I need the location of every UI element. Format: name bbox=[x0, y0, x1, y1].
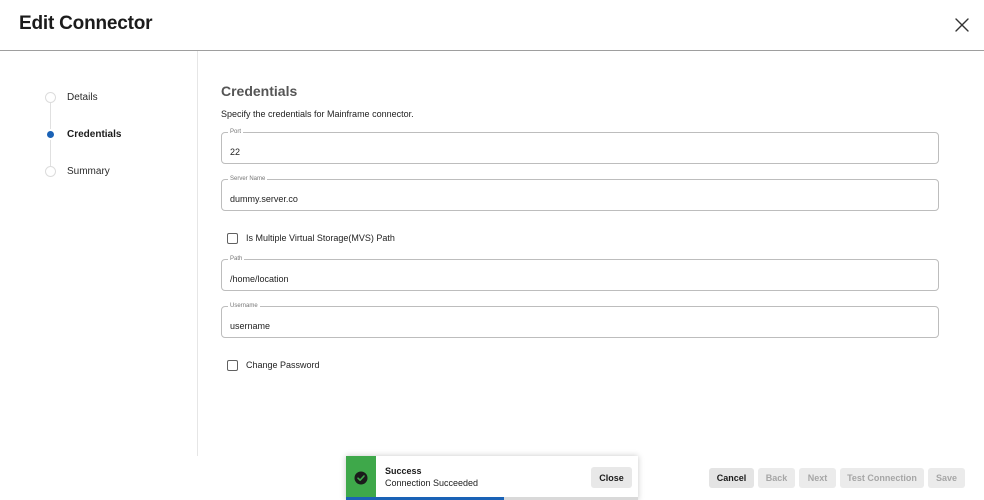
step-details[interactable]: Details bbox=[45, 87, 98, 107]
section-title: Credentials bbox=[221, 83, 298, 99]
step-label: Credentials bbox=[67, 128, 122, 140]
username-field: Username bbox=[221, 302, 939, 338]
server-name-input[interactable] bbox=[222, 180, 938, 210]
step-summary[interactable]: Summary bbox=[45, 161, 110, 181]
step-indicator-active bbox=[45, 128, 56, 140]
success-toast: Success Connection Succeeded Close bbox=[346, 456, 638, 500]
mvs-path-label: Is Multiple Virtual Storage(MVS) Path bbox=[246, 233, 395, 243]
mvs-path-checkbox[interactable] bbox=[227, 232, 238, 244]
port-field: Port bbox=[221, 128, 939, 164]
close-icon[interactable] bbox=[953, 16, 971, 34]
test-connection-button[interactable]: Test Connection bbox=[840, 468, 924, 488]
change-password-label: Change Password bbox=[246, 360, 320, 370]
check-circle-icon bbox=[354, 471, 368, 485]
mvs-path-checkbox-row[interactable]: Is Multiple Virtual Storage(MVS) Path bbox=[227, 231, 395, 245]
step-indicator bbox=[45, 91, 56, 103]
toast-message: Connection Succeeded bbox=[385, 478, 479, 488]
step-indicator bbox=[45, 165, 56, 177]
save-button[interactable]: Save bbox=[928, 468, 965, 488]
toast-status-bar bbox=[346, 456, 376, 500]
path-field: Path bbox=[221, 255, 939, 291]
step-label: Summary bbox=[67, 165, 110, 177]
cancel-button[interactable]: Cancel bbox=[709, 468, 754, 488]
toast-close-button[interactable]: Close bbox=[591, 467, 632, 488]
change-password-checkbox[interactable] bbox=[227, 359, 238, 371]
next-button[interactable]: Next bbox=[799, 468, 836, 488]
path-input[interactable] bbox=[222, 260, 938, 290]
server-name-field: Server Name bbox=[221, 175, 939, 211]
back-button[interactable]: Back bbox=[758, 468, 795, 488]
step-navigator: Details Credentials Summary bbox=[0, 51, 198, 456]
dialog-header: Edit Connector bbox=[0, 0, 984, 51]
port-input[interactable] bbox=[222, 133, 938, 163]
step-credentials[interactable]: Credentials bbox=[45, 124, 121, 144]
section-description: Specify the credentials for Mainframe co… bbox=[221, 109, 414, 119]
step-label: Details bbox=[67, 91, 98, 103]
toast-title: Success bbox=[385, 466, 422, 476]
username-input[interactable] bbox=[222, 307, 938, 337]
change-password-checkbox-row[interactable]: Change Password bbox=[227, 358, 320, 372]
dialog-title: Edit Connector bbox=[19, 13, 153, 34]
